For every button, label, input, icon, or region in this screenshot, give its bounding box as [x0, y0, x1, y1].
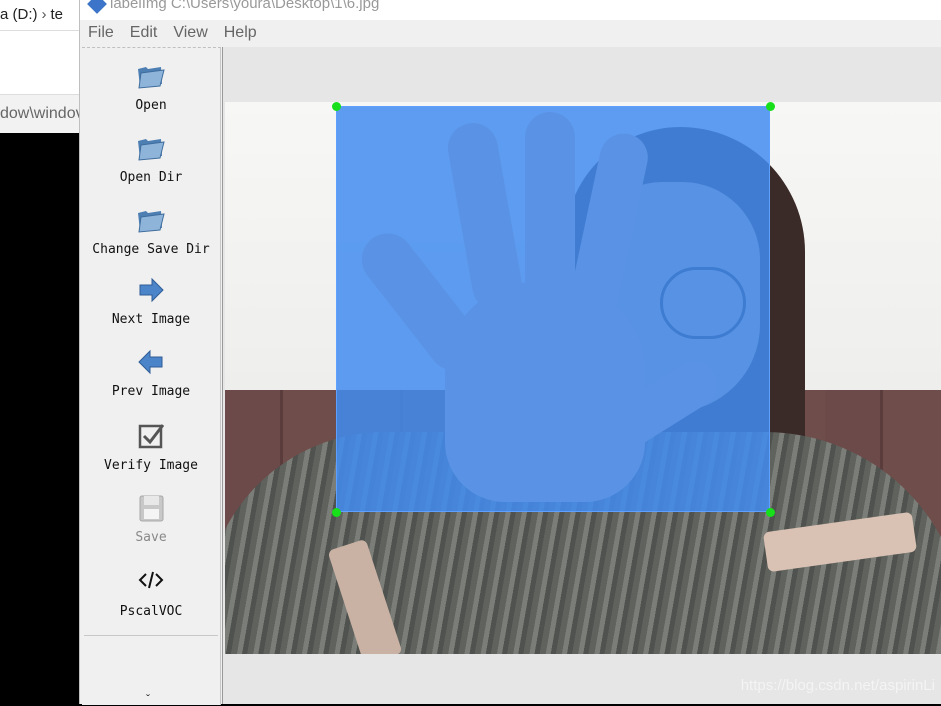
folder-open-icon [138, 211, 165, 233]
folder-open-icon [138, 139, 165, 161]
open-dir-label: Open Dir [119, 170, 183, 185]
title-bar: labelImg C:\Users\youra\Desktop\1\6.jpg [80, 0, 941, 20]
menu-bar: File Edit View Help [80, 20, 941, 46]
open-label: Open [135, 98, 167, 113]
prev-image-button[interactable]: Prev Image [82, 346, 220, 399]
verify-image-button[interactable]: Verify Image [82, 420, 220, 473]
address-bar[interactable]: a (D:) › te [0, 0, 80, 31]
explorer-blank-area [0, 31, 80, 94]
path-text: dow\windov [0, 94, 80, 133]
background-window: a (D:) › te dow\windov [0, 0, 80, 704]
window-title: labelImg C:\Users\youra\Desktop\1\6.jpg [110, 0, 380, 12]
bounding-box[interactable] [336, 106, 770, 512]
address-next[interactable]: te [51, 6, 64, 23]
menu-edit[interactable]: Edit [122, 20, 166, 46]
pascalvoc-label: PscalVOC [119, 604, 183, 619]
checkbox-check-icon [138, 424, 165, 449]
app-icon [87, 0, 107, 14]
next-image-label: Next Image [111, 312, 191, 327]
tool-bar: Open Open Dir Change Save Dir Next Image [82, 47, 221, 706]
prev-image-label: Prev Image [111, 384, 191, 399]
watermark: https://blog.csdn.net/aspirinLi [740, 677, 935, 694]
open-button[interactable]: Open [82, 60, 220, 113]
save-button[interactable]: Save [82, 492, 220, 545]
menu-help[interactable]: Help [216, 20, 265, 46]
change-save-dir-button[interactable]: Change Save Dir [82, 204, 220, 257]
open-dir-button[interactable]: Open Dir [82, 132, 220, 185]
arrow-left-icon [138, 349, 163, 375]
bbox-handle-bottom-left[interactable] [332, 508, 341, 517]
chevron-right-icon[interactable]: › [42, 0, 47, 30]
bbox-handle-bottom-right[interactable] [766, 508, 775, 517]
floppy-disk-icon [139, 495, 164, 522]
save-label: Save [135, 530, 167, 545]
arrow-right-icon [139, 277, 164, 303]
bbox-handle-top-left[interactable] [332, 102, 341, 111]
format-pascalvoc-button[interactable]: PscalVOC [82, 568, 220, 619]
image-canvas[interactable]: https://blog.csdn.net/aspirinLi [222, 47, 941, 704]
next-image-button[interactable]: Next Image [82, 274, 220, 327]
bbox-handle-top-right[interactable] [766, 102, 775, 111]
address-drive[interactable]: a (D:) [0, 6, 38, 23]
menu-file[interactable]: File [80, 20, 122, 46]
labelimg-window: labelImg C:\Users\youra\Desktop\1\6.jpg … [79, 0, 941, 706]
code-tag-icon [138, 571, 164, 589]
verify-image-label: Verify Image [104, 458, 198, 473]
menu-view[interactable]: View [165, 20, 215, 46]
change-save-dir-label: Change Save Dir [92, 242, 210, 257]
folder-open-icon [138, 67, 165, 89]
toolbar-separator [84, 635, 218, 636]
